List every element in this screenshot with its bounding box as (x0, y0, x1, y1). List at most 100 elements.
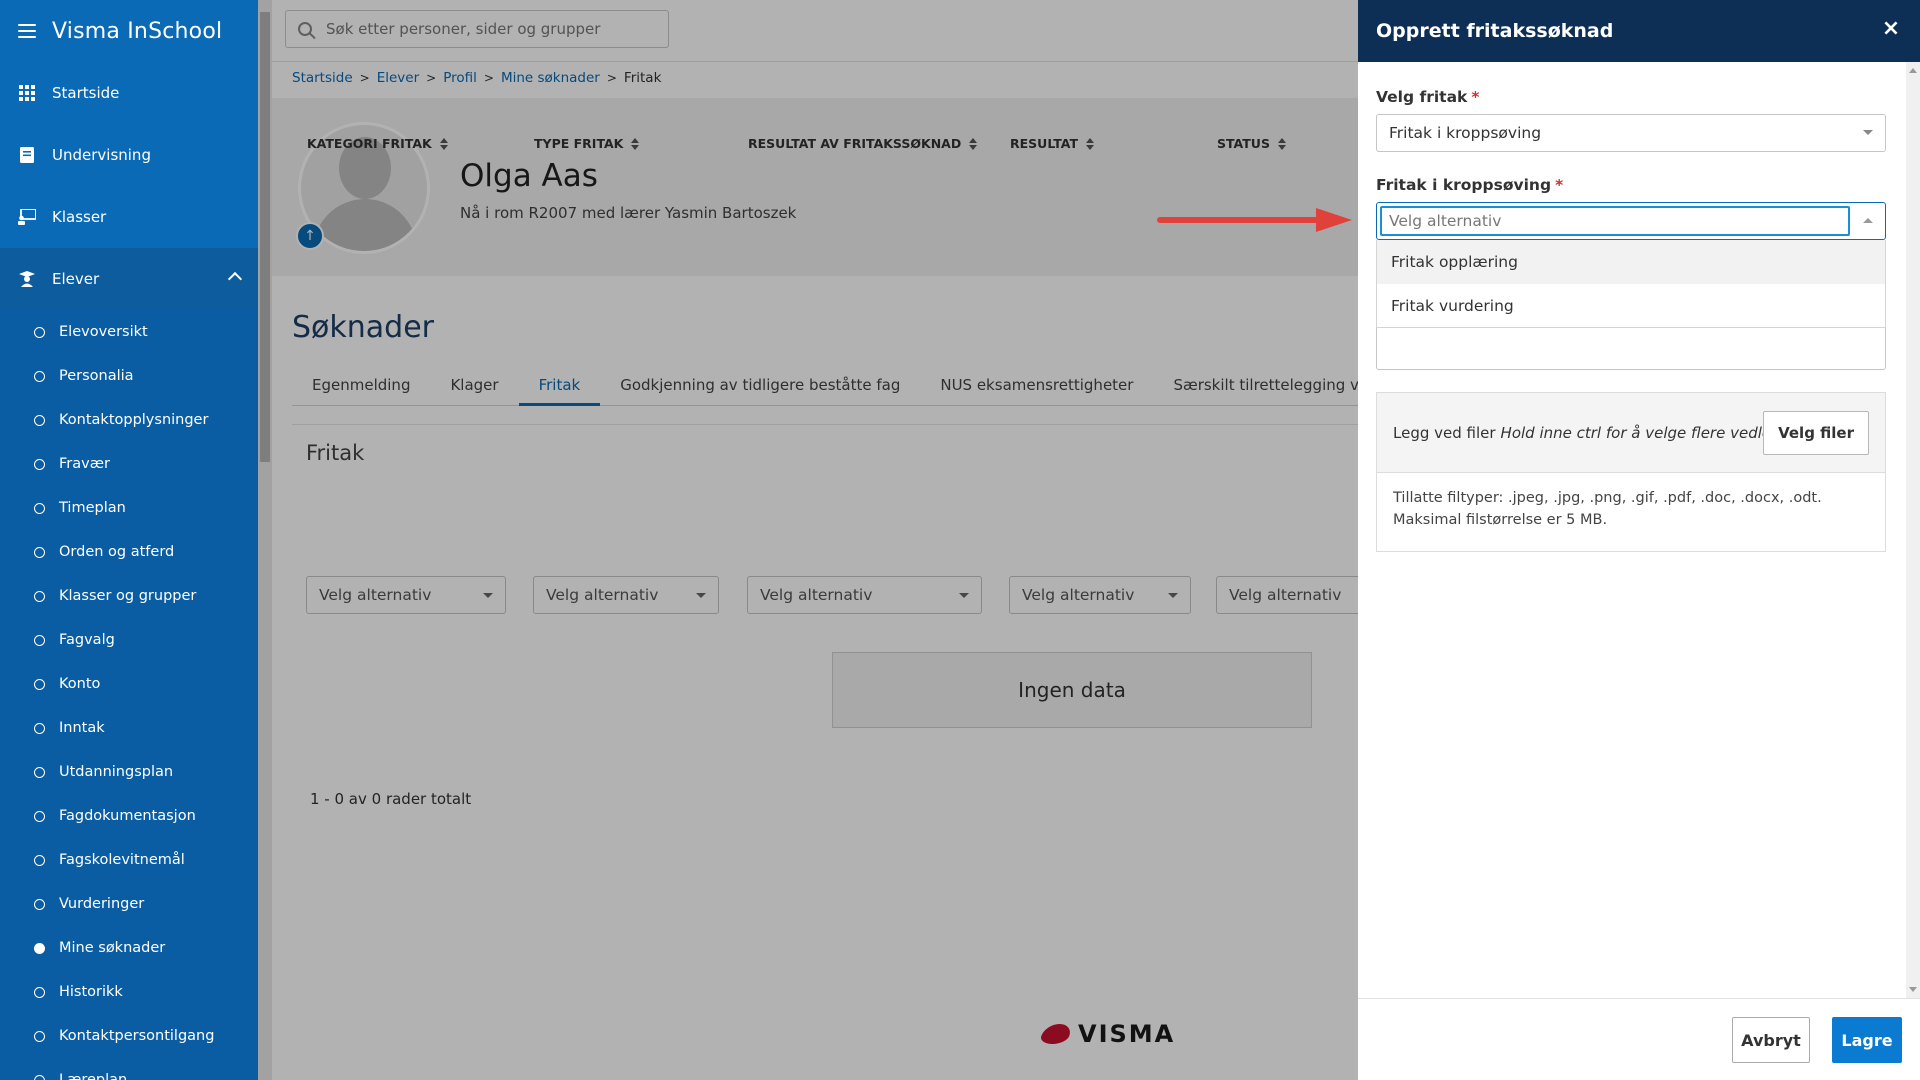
fritak-kroppsoving-select[interactable]: Velg alternativ (1376, 202, 1886, 240)
sidebar-subitem-laereplan[interactable]: Læreplan (0, 1058, 258, 1080)
sidebar-subitem-klasser-og-grupper[interactable]: Klasser og grupper (0, 574, 258, 618)
sidebar-subitem-fravaer[interactable]: Fravær (0, 442, 258, 486)
sidebar-subitem-label: Fagvalg (59, 632, 115, 648)
sidebar-item-klasser[interactable]: Klasser (0, 186, 258, 248)
sidebar-subitem-fagdokumentasjon[interactable]: Fagdokumentasjon (0, 794, 258, 838)
modal-backdrop[interactable] (258, 0, 1358, 1080)
sidebar-item-label: Undervisning (52, 146, 151, 164)
grid-icon (18, 84, 36, 102)
sidebar-subitem-fagvalg[interactable]: Fagvalg (0, 618, 258, 662)
sidebar-subitem-mine-soknader[interactable]: Mine søknader (0, 926, 258, 970)
cancel-button[interactable]: Avbryt (1732, 1017, 1810, 1063)
sidebar-subitem-label: Klasser og grupper (59, 588, 197, 604)
sidebar-item-label: Klasser (52, 208, 107, 226)
sidebar-subitem-label: Fravær (59, 456, 110, 472)
sidebar-subitem-label: Mine søknader (59, 940, 166, 956)
hamburger-menu-icon[interactable] (18, 24, 36, 38)
fritak-dropdown-menu: Fritak opplæring Fritak vurdering (1376, 240, 1886, 328)
chalkboard-icon (18, 208, 36, 226)
chevron-up-icon[interactable] (227, 271, 243, 287)
sidebar-subitem-label: Vurderinger (59, 896, 145, 912)
attachments-info: Tillatte filtyper: .jpeg, .jpg, .png, .g… (1377, 473, 1885, 545)
circle-icon (34, 326, 45, 338)
dropdown-option-fritak-opplaering[interactable]: Fritak opplæring (1377, 240, 1885, 284)
sidebar-item-startside[interactable]: Startside (0, 62, 258, 124)
sidebar-subitem-personalia[interactable]: Personalia (0, 354, 258, 398)
sidebar-subitem-inntak[interactable]: Inntak (0, 706, 258, 750)
annotation-arrow-icon (1157, 208, 1352, 232)
sidebar-subitem-label: Utdanningsplan (59, 764, 174, 780)
circle-icon (34, 722, 45, 734)
sidebar-subitem-label: Kontaktopplysninger (59, 412, 209, 428)
caret-up-icon (1863, 218, 1873, 223)
circle-icon (34, 1030, 45, 1042)
drawer-scrollbar[interactable] (1906, 62, 1920, 998)
sidebar-main-nav: Startside Undervisning Klasser Elever (0, 62, 258, 310)
sidebar-subitem-vurderinger[interactable]: Vurderinger (0, 882, 258, 926)
app-title: Visma InSchool (52, 18, 223, 44)
sidebar-subitem-timeplan[interactable]: Timeplan (0, 486, 258, 530)
book-icon (18, 146, 36, 164)
sidebar-subitem-konto[interactable]: Konto (0, 662, 258, 706)
circle-icon (34, 502, 45, 514)
save-button[interactable]: Lagre (1832, 1017, 1902, 1063)
caret-down-icon (1863, 130, 1873, 135)
sidebar-subitem-label: Konto (59, 676, 101, 692)
sidebar-subitem-kontaktpersontilgang[interactable]: Kontaktpersontilgang (0, 1014, 258, 1058)
choose-files-button[interactable]: Velg filer (1763, 411, 1869, 455)
drawer-title: Opprett fritakssøknad (1376, 20, 1614, 42)
circle-icon (34, 590, 45, 602)
circle-icon (34, 414, 45, 426)
sidebar-subitem-utdanningsplan[interactable]: Utdanningsplan (0, 750, 258, 794)
student-icon (18, 270, 36, 288)
attach-label: Legg ved filer (1393, 423, 1496, 442)
circle-icon (34, 810, 45, 822)
sidebar-item-undervisning[interactable]: Undervisning (0, 124, 258, 186)
close-icon[interactable]: × (1880, 18, 1902, 40)
sidebar-subitem-label: Kontaktpersontilgang (59, 1028, 215, 1044)
sidebar-subitem-label: Læreplan (59, 1072, 128, 1080)
circle-icon (34, 986, 45, 998)
sidebar-item-label: Startside (52, 84, 120, 102)
max-file-size: Maksimal filstørrelse er 5 MB. (1393, 512, 1608, 528)
velg-fritak-select[interactable]: Fritak i kroppsøving (1376, 114, 1886, 152)
sidebar: Visma InSchool Startside Undervisning Kl… (0, 0, 258, 1080)
sidebar-subitem-orden-og-atferd[interactable]: Orden og atferd (0, 530, 258, 574)
circle-icon (34, 854, 45, 866)
select-placeholder: Velg alternativ (1389, 212, 1502, 230)
sidebar-subitem-label: Elevoversikt (59, 324, 148, 340)
sidebar-item-label: Elever (52, 270, 100, 288)
create-exemption-drawer: Opprett fritakssøknad × Velg fritak * Fri… (1358, 0, 1920, 1080)
scroll-up-arrow-icon[interactable] (1909, 68, 1917, 73)
dropdown-option-fritak-vurdering[interactable]: Fritak vurdering (1377, 284, 1885, 328)
velg-fritak-label: Velg fritak * (1376, 88, 1479, 106)
sidebar-subitem-label: Fagdokumentasjon (59, 808, 196, 824)
attachments-header: Legg ved filer Hold inne ctrl for å velg… (1377, 393, 1885, 473)
fritak-search-input[interactable]: Velg alternativ (1380, 206, 1850, 236)
sidebar-subitem-label: Fagskolevitnemål (59, 852, 185, 868)
sidebar-subitem-label: Personalia (59, 368, 134, 384)
field-label-text: Fritak i kroppsøving (1376, 176, 1552, 194)
circle-icon (34, 898, 45, 910)
drawer-header: Opprett fritakssøknad × (1358, 0, 1920, 62)
sidebar-subitem-label: Orden og atferd (59, 544, 175, 560)
sidebar-subitem-label: Inntak (59, 720, 105, 736)
sidebar-sub-nav: Elevoversikt Personalia Kontaktopplysnin… (0, 310, 258, 1080)
select-value: Fritak i kroppsøving (1389, 124, 1542, 142)
required-marker: * (1555, 176, 1564, 194)
sidebar-subitem-elevoversikt[interactable]: Elevoversikt (0, 310, 258, 354)
circle-icon (34, 766, 45, 778)
scroll-down-arrow-icon[interactable] (1909, 987, 1917, 992)
sidebar-subitem-kontaktopplysninger[interactable]: Kontaktopplysninger (0, 398, 258, 442)
fritak-kroppsoving-label: Fritak i kroppsøving * (1376, 176, 1563, 194)
sidebar-item-elever[interactable]: Elever (0, 248, 258, 310)
filled-circle-icon (34, 942, 45, 954)
attach-hint: Hold inne ctrl for å velge flere vedlegg (1500, 423, 1791, 442)
required-marker: * (1471, 88, 1480, 106)
circle-icon (34, 458, 45, 470)
sidebar-subitem-fagskolevitnemal[interactable]: Fagskolevitnemål (0, 838, 258, 882)
sidebar-subitem-historikk[interactable]: Historikk (0, 970, 258, 1014)
circle-icon (34, 634, 45, 646)
drawer-footer: Avbryt Lagre (1358, 998, 1920, 1080)
circle-icon (34, 1074, 45, 1080)
